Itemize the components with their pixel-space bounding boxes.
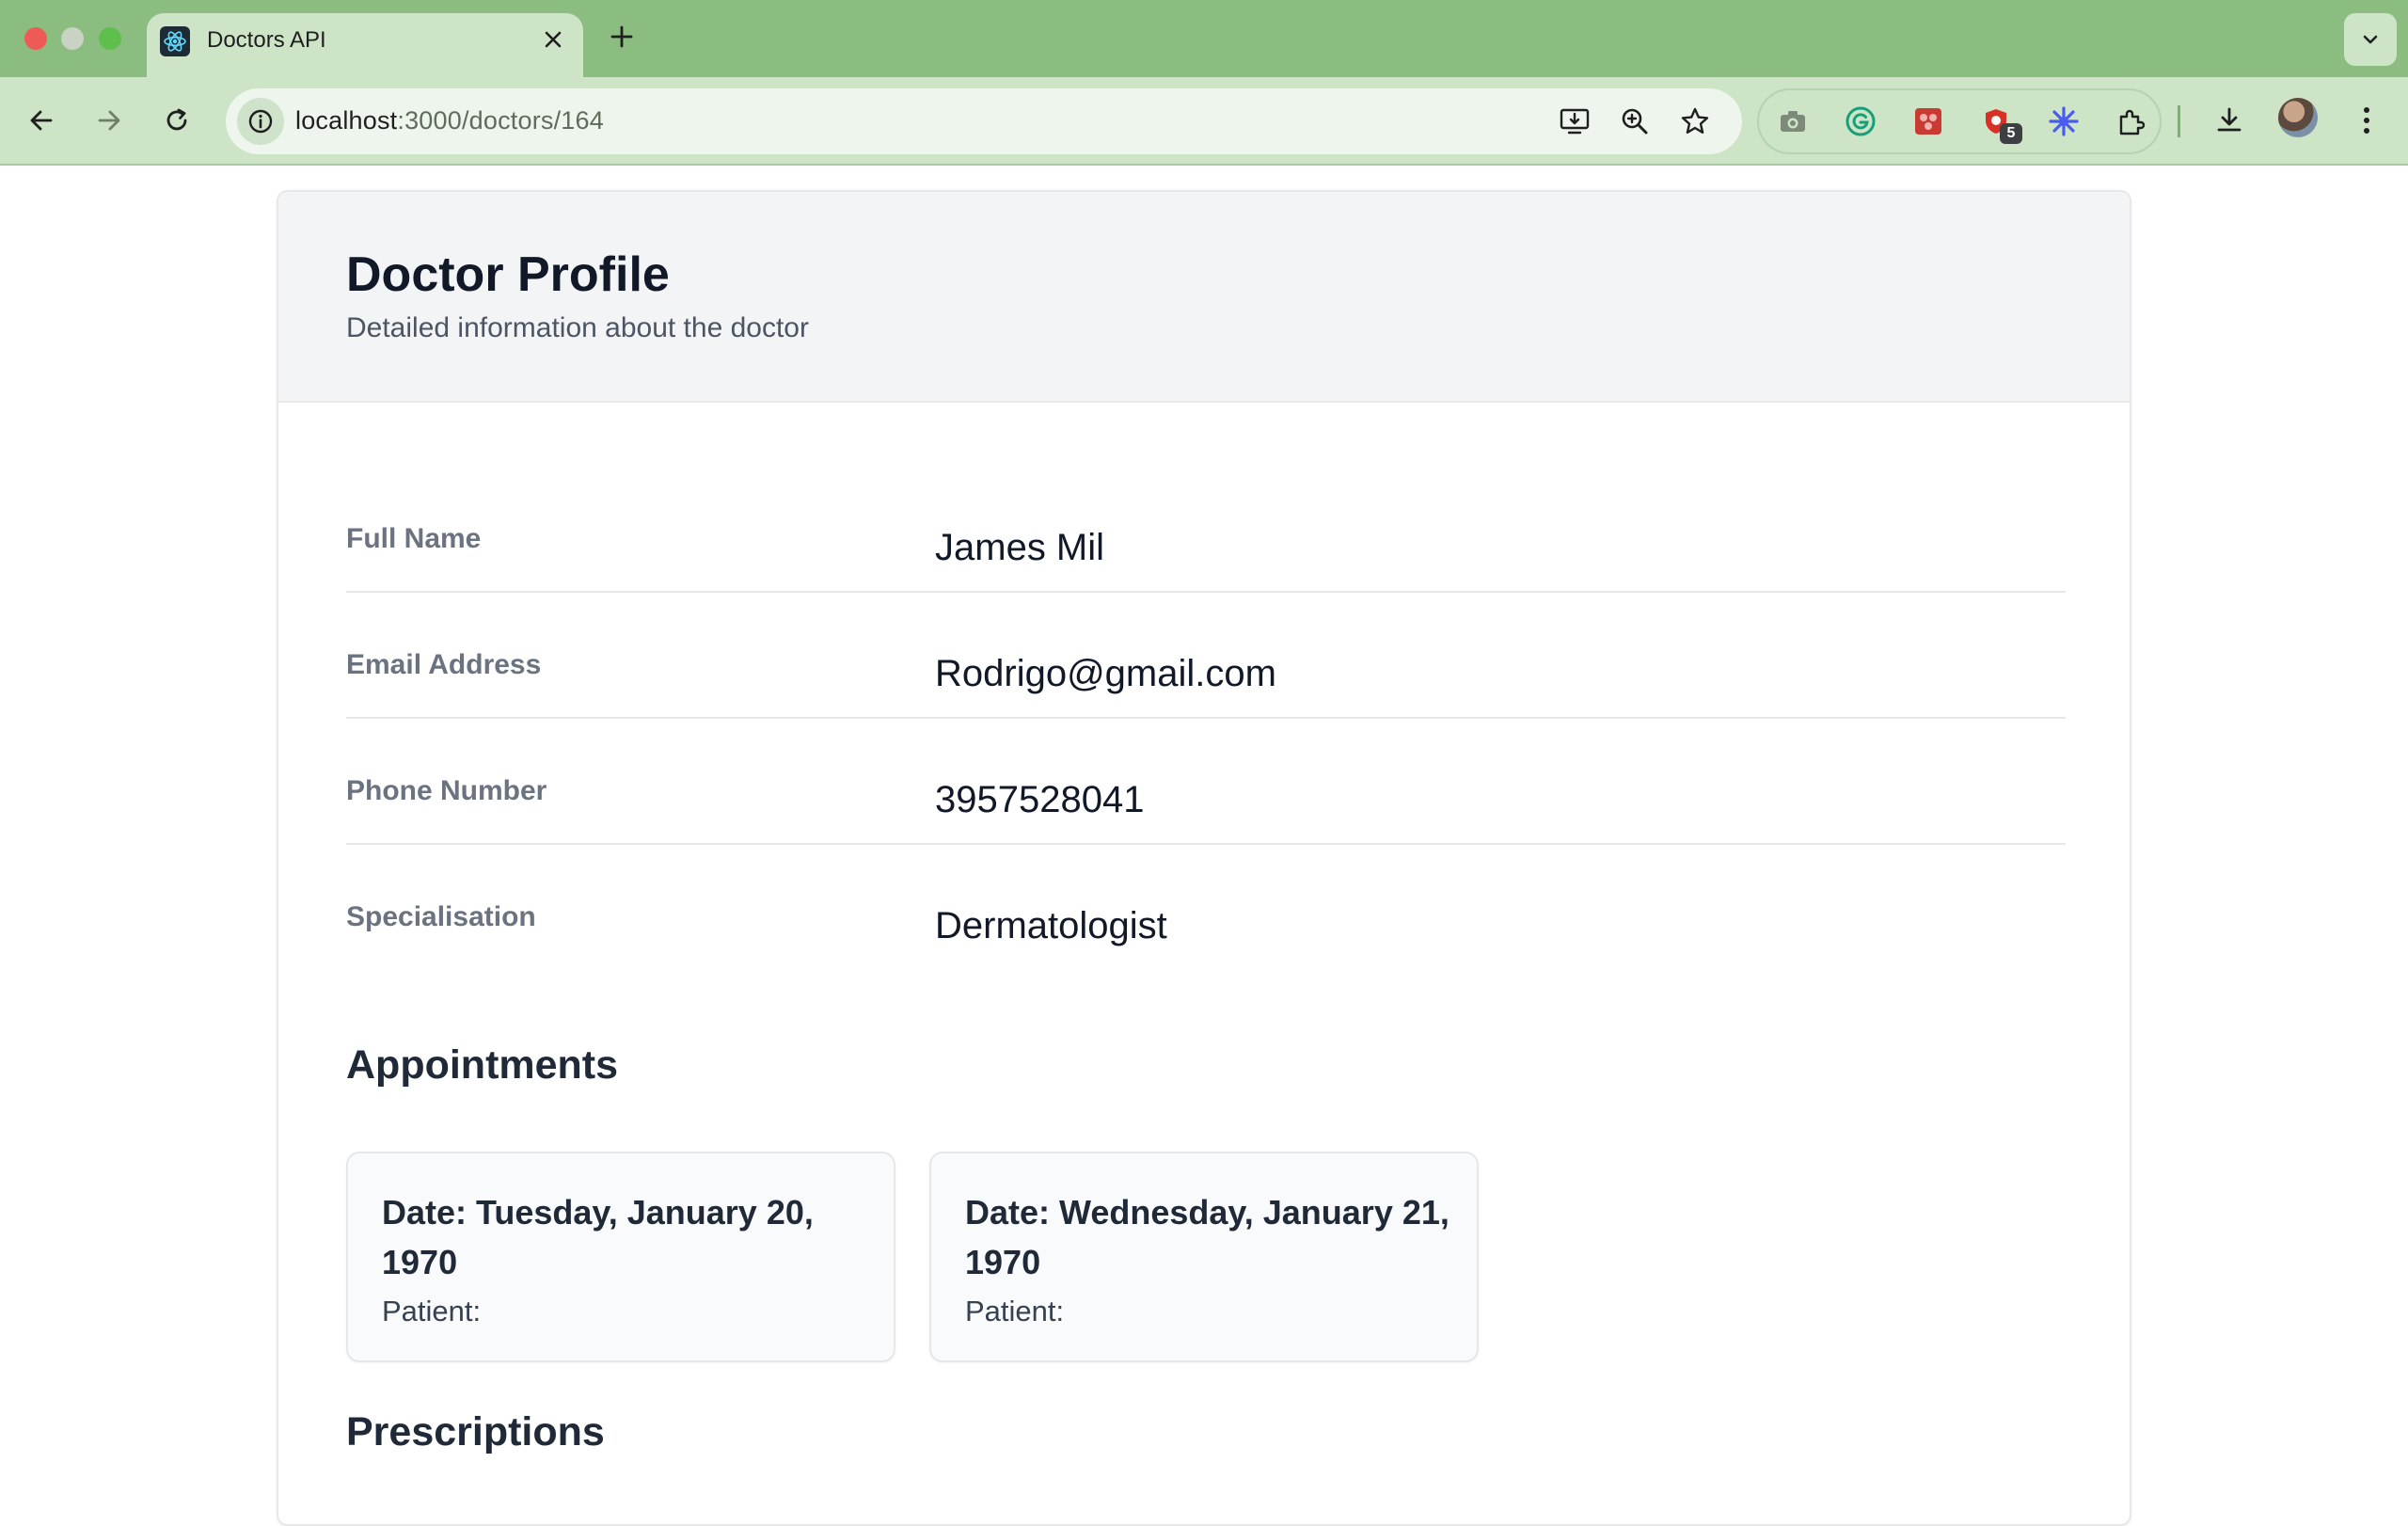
sparkle-extension-icon[interactable] [2043, 101, 2084, 142]
reload-icon[interactable] [152, 96, 201, 145]
appointment-patient: Patient: [965, 1295, 1065, 1327]
field-label: Specialisation [346, 901, 536, 932]
field-value: James Mil [935, 527, 1105, 568]
field-value: Rodrigo@gmail.com [935, 653, 1276, 694]
doctor-profile-card: Doctor Profile Detailed information abou… [277, 190, 2131, 1526]
url-host: localhost [295, 106, 398, 135]
profile-avatar[interactable] [2278, 98, 2318, 137]
detail-row-full-name: Full Name James Mil [346, 467, 2066, 593]
appointment-date: Date: Tuesday, January 20, 1970 [382, 1193, 814, 1281]
maximize-window-button[interactable] [99, 27, 121, 50]
page-title: Doctor Profile [346, 247, 670, 302]
appointment-card[interactable]: Date: Tuesday, January 20, 1970 Patient: [346, 1152, 895, 1362]
site-info-icon[interactable] [237, 98, 284, 145]
page-viewport: Doctor Profile Detailed information abou… [0, 166, 2408, 1526]
field-label: Email Address [346, 649, 542, 680]
extensions-group: 5 [1757, 88, 2162, 154]
browser-tab-strip: Doctors API [0, 0, 2408, 77]
zoom-icon[interactable] [1614, 101, 1656, 142]
tab-search-chevron-down-icon[interactable] [2344, 13, 2397, 66]
appointment-patient: Patient: [382, 1295, 482, 1327]
detail-row-specialisation: Specialisation Dermatologist [346, 845, 2066, 971]
field-value: 3957528041 [935, 779, 1145, 820]
react-logo-icon [160, 26, 190, 56]
tab-title: Doctors API [207, 27, 326, 53]
detail-row-email: Email Address Rodrigo@gmail.com [346, 593, 2066, 719]
red-puzzle-extension-icon[interactable] [1908, 101, 1949, 142]
appointment-card[interactable]: Date: Wednesday, January 21, 1970 Patien… [929, 1152, 1479, 1362]
detail-row-phone: Phone Number 3957528041 [346, 719, 2066, 845]
extension-badge-count: 5 [2000, 123, 2022, 144]
appointments-heading: Appointments [346, 1042, 619, 1088]
minimize-window-button[interactable] [61, 27, 84, 50]
shield-extension-icon[interactable]: 5 [1975, 101, 2022, 144]
downloads-icon[interactable] [2205, 96, 2254, 145]
browser-toolbar: localhost:3000/doctors/164 5 [0, 77, 2408, 166]
kebab-menu-icon[interactable] [2342, 96, 2391, 145]
camera-extension-icon[interactable] [1772, 101, 1814, 142]
profile-header: Doctor Profile Detailed information abou… [278, 192, 2130, 403]
extensions-puzzle-icon[interactable] [2111, 101, 2152, 142]
field-value: Dermatologist [935, 905, 1167, 946]
close-window-button[interactable] [24, 27, 47, 50]
back-arrow-icon[interactable] [17, 96, 66, 145]
forward-arrow-icon[interactable] [85, 96, 134, 145]
url-path: :3000/doctors/164 [397, 106, 604, 135]
browser-tab-active[interactable]: Doctors API [147, 13, 583, 77]
field-label: Phone Number [346, 775, 547, 806]
close-tab-icon[interactable] [536, 23, 570, 56]
appointment-date: Date: Wednesday, January 21, 1970 [965, 1193, 1450, 1281]
address-bar[interactable]: localhost:3000/doctors/164 [226, 88, 1742, 154]
grammarly-extension-icon[interactable] [1840, 101, 1881, 142]
url-text[interactable]: localhost:3000/doctors/164 [295, 106, 604, 135]
bookmark-star-icon[interactable] [1674, 101, 1716, 142]
field-label: Full Name [346, 523, 482, 554]
toolbar-separator [2178, 105, 2180, 137]
install-app-icon[interactable] [1554, 101, 1595, 142]
new-tab-plus-icon[interactable] [602, 17, 642, 56]
page-subtitle: Detailed information about the doctor [346, 312, 809, 343]
prescriptions-heading: Prescriptions [346, 1409, 605, 1454]
